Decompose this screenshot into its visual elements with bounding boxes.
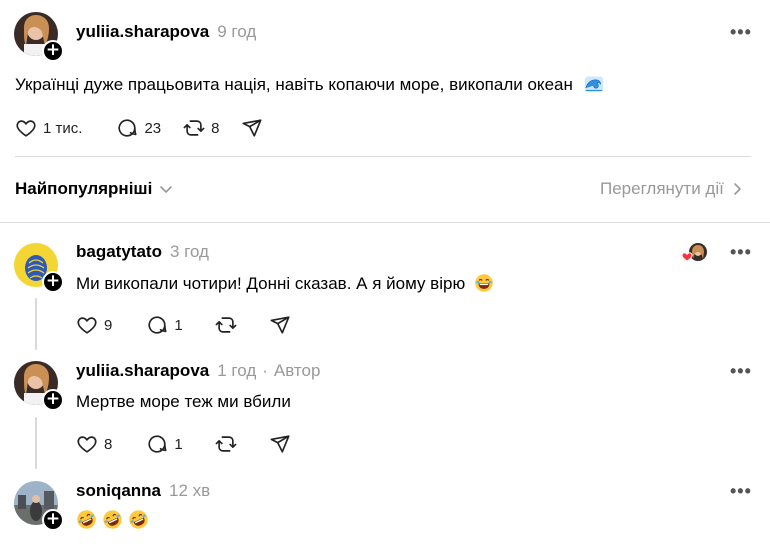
section-divider: [0, 222, 770, 223]
reply-actions: 9 1: [76, 314, 313, 336]
chevron-right-icon: [734, 183, 741, 195]
more-dots-icon[interactable]: •••: [730, 242, 752, 263]
view-activity-link[interactable]: Переглянути дії: [600, 179, 744, 199]
reply-text: Мертве море теж ми вбили: [76, 392, 291, 412]
sort-label: Найпопулярніші: [15, 179, 153, 198]
follow-plus-icon[interactable]: +: [42, 40, 64, 62]
comment-count: 23: [144, 119, 162, 137]
wave-emoji-icon: [584, 74, 604, 94]
heart-icon: [76, 314, 98, 336]
comment-bubble-icon: [146, 314, 168, 336]
comment-bubble-icon: [146, 433, 168, 455]
reply-text-emojis: [76, 509, 149, 530]
repost-icon: [183, 117, 205, 139]
post-actions: 1 тис. 23 8: [15, 117, 285, 139]
reply-actions: 8 1: [76, 433, 313, 455]
avatar-reply-soniqanna[interactable]: +: [14, 481, 64, 531]
rofl-emoji-icon: [76, 509, 97, 530]
reply-username[interactable]: soniqanna: [76, 481, 161, 501]
repost-button[interactable]: 8: [183, 117, 219, 139]
post-text: Українці дуже працьовита нація, навіть к…: [15, 74, 604, 95]
comment-button[interactable]: 1: [146, 314, 183, 336]
share-paper-plane-icon: [269, 433, 291, 455]
reply-username[interactable]: yuliia.sharapova: [76, 361, 209, 381]
sort-dropdown[interactable]: Найпопулярніші: [15, 179, 174, 199]
follow-plus-icon[interactable]: +: [42, 271, 64, 293]
share-button[interactable]: [269, 433, 291, 455]
thread-line: [35, 298, 37, 350]
comment-bubble-icon: [116, 117, 138, 139]
comment-button[interactable]: 23: [116, 117, 161, 139]
more-dots-icon[interactable]: •••: [730, 22, 752, 43]
reply-header: bagatytato 3 год: [76, 242, 209, 262]
repost-icon: [215, 314, 237, 336]
avatar-reply-bagatytato[interactable]: +: [14, 243, 64, 293]
like-button[interactable]: 1 тис.: [15, 117, 82, 139]
share-button[interactable]: [241, 117, 263, 139]
comment-button[interactable]: 1: [146, 433, 183, 455]
thread-line: [35, 417, 37, 469]
post-time: 9 год: [217, 22, 257, 41]
author-badge: Автор: [273, 361, 321, 380]
reply-time: 12 хв: [169, 481, 211, 500]
reply-header: yuliia.sharapova 1 год · Автор: [76, 361, 320, 381]
share-paper-plane-icon: [269, 314, 291, 336]
reply-username[interactable]: bagatytato: [76, 242, 162, 262]
comment-count: 1: [174, 435, 183, 453]
heart-icon: [76, 433, 98, 455]
post-username[interactable]: yuliia.sharapova: [76, 22, 209, 42]
follow-plus-icon[interactable]: +: [42, 389, 64, 411]
avatar-post-author[interactable]: +: [14, 12, 64, 62]
heart-icon: [15, 117, 37, 139]
share-paper-plane-icon: [241, 117, 263, 139]
post-text-content: Українці дуже працьовита нація, навіть к…: [15, 75, 573, 94]
reply-text-content: Ми викопали чотири! Донні сказав. А я йо…: [76, 274, 466, 293]
like-count: 9: [104, 316, 113, 334]
like-button[interactable]: 8: [76, 433, 112, 455]
comment-count: 1: [174, 316, 183, 334]
repost-button[interactable]: [215, 314, 237, 336]
repost-count: 8: [211, 119, 220, 137]
repost-icon: [215, 433, 237, 455]
avatar-reply-author[interactable]: +: [14, 361, 64, 411]
repost-button[interactable]: [215, 433, 237, 455]
like-count: 1 тис.: [43, 119, 83, 137]
more-dots-icon[interactable]: •••: [730, 481, 752, 502]
view-activity-label: Переглянути дії: [600, 179, 724, 198]
post-header: yuliia.sharapova 9 год: [76, 22, 256, 42]
share-button[interactable]: [269, 314, 291, 336]
chevron-down-icon: [160, 186, 173, 193]
meta-separator: ·: [262, 361, 268, 380]
divider: [15, 156, 751, 157]
follow-plus-icon[interactable]: +: [42, 509, 64, 531]
like-button[interactable]: 9: [76, 314, 112, 336]
like-count: 8: [104, 435, 113, 453]
reply-time: 1 год: [217, 361, 257, 380]
reply-text: Ми викопали чотири! Донні сказав. А я йо…: [76, 273, 494, 294]
liked-by-author-indicator: [681, 243, 708, 263]
reply-header: soniqanna 12 хв: [76, 481, 210, 501]
rofl-emoji-icon: [128, 509, 149, 530]
rofl-emoji-icon: [102, 509, 123, 530]
reply-time: 3 год: [169, 242, 209, 261]
laughing-emoji-icon: [474, 273, 494, 293]
reply-text-content: Мертве море теж ми вбили: [76, 392, 291, 411]
more-dots-icon[interactable]: •••: [730, 361, 752, 382]
